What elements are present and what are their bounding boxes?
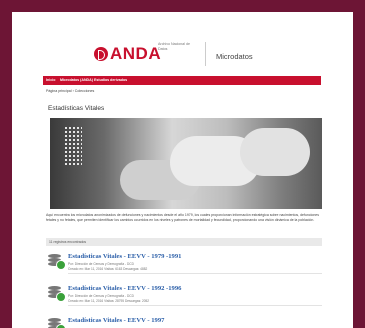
page-title: Estadísticas Vitales	[48, 105, 104, 112]
collection-banner-image	[50, 118, 322, 209]
item-divider	[68, 273, 322, 274]
study-title-link[interactable]: Estadísticas Vitales - EEVV - 1979 -1991	[68, 253, 181, 260]
results-count: 11 registros encontrados	[49, 240, 86, 244]
item-divider	[68, 305, 322, 306]
brand-subtitle: Archivo Nacional de Datos	[158, 42, 198, 52]
main-nav: Inicio Microdatos (ANDA) Estudios deriva…	[43, 76, 321, 85]
app-title: Microdatos	[216, 52, 253, 61]
study-producer: Por: Dirección de Censos y Demografía - …	[68, 262, 134, 266]
breadcrumb[interactable]: Página principal › Colecciones	[46, 89, 94, 93]
banner-shape	[240, 128, 310, 176]
study-stats: Creado en: Mar 11, 2016 Visitas: 6163 De…	[68, 267, 147, 271]
header-divider	[205, 42, 206, 66]
anda-logo-icon[interactable]	[94, 47, 108, 61]
study-title-link[interactable]: Estadísticas Vitales - EEVV - 1992 -1996	[68, 285, 181, 292]
nav-item-inicio[interactable]: Inicio	[46, 78, 55, 82]
database-icon	[48, 318, 64, 328]
study-title-link[interactable]: Estadísticas Vitales - EEVV - 1997	[68, 317, 164, 324]
results-count-bar: 11 registros encontrados	[46, 238, 322, 246]
collection-description: Aquí encuentra los microdatos anonimizad…	[46, 213, 322, 223]
study-producer: Por: Dirección de Censos y Demografía - …	[68, 294, 134, 298]
database-icon	[48, 286, 64, 300]
download-badge-icon	[56, 260, 66, 270]
brand-name[interactable]: ANDA	[110, 44, 161, 64]
download-badge-icon	[56, 292, 66, 302]
nav-item-microdatos[interactable]: Microdatos (ANDA)	[60, 78, 93, 82]
list-item[interactable]: Estadísticas Vitales - EEVV - 1997	[48, 314, 322, 328]
study-stats: Creado en: Mar 11, 2016 Visitas: 28795 D…	[68, 299, 149, 303]
page-frame: ANDA Archivo Nacional de Datos Microdato…	[12, 12, 353, 328]
logo-dots-pattern	[64, 126, 82, 166]
nav-item-estudios[interactable]: Estudios derivados	[94, 78, 127, 82]
list-item[interactable]: Estadísticas Vitales - EEVV - 1979 -1991…	[48, 250, 322, 280]
site-header: ANDA Archivo Nacional de Datos Microdato…	[12, 12, 353, 76]
list-item[interactable]: Estadísticas Vitales - EEVV - 1992 -1996…	[48, 282, 322, 312]
database-icon	[48, 254, 64, 268]
download-badge-icon	[56, 324, 66, 328]
